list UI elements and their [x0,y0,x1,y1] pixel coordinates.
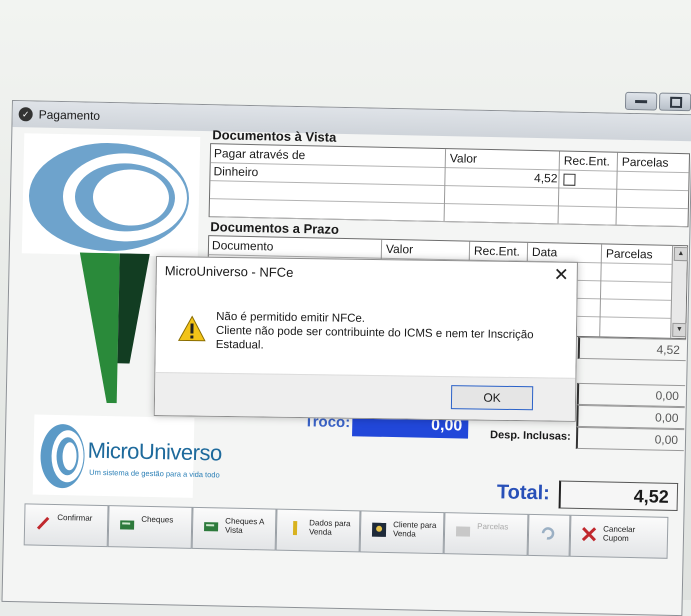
close-icon[interactable]: ✕ [554,265,569,286]
cheques-button[interactable]: Cheques [107,505,193,549]
logo-slogan: Um sistema de gestão para a vida todo [89,467,220,480]
docs-vista-grid: Pagar através de Valor Rec.Ent. Parcelas… [208,143,691,228]
row-value: 4,52 [533,170,558,186]
dialog-message: Não é permitido emitir NFCe. Cliente não… [215,310,534,352]
rec-ent-checkbox[interactable] [560,170,583,188]
col-header-recent: Rec.Ent. [563,153,611,169]
col-header-valor: Valor [449,151,478,166]
docs-prazo-title: Documentos a Prazo [210,219,340,237]
parcelas-button[interactable]: Parcelas [443,512,529,556]
cancel-cupom-button[interactable]: Cancelar Cupom [569,514,669,559]
logo-mark-icon [40,424,85,489]
warning-icon [177,315,206,342]
pen-icon [287,520,303,536]
col-header-valor: Valor [385,241,414,257]
cancel-x-icon [581,526,597,542]
brand-green-shape [79,252,150,404]
col-header-data: Data [531,244,558,260]
window-title: Pagamento [38,107,101,123]
minimize-button[interactable] [624,91,658,111]
cheques-vista-icon [203,518,219,534]
client-icon [371,522,387,538]
dialog-title: MicroUniverso - NFCe [164,263,294,280]
col-header-recent: Rec.Ent. [473,243,521,259]
cliente-venda-button[interactable]: Cliente para Venda [359,510,445,555]
undo-icon [539,525,555,541]
desconto-field: 0,00 [576,382,686,408]
col-header-parcelas: Parcelas [621,154,669,170]
pencil-icon [35,515,51,531]
acrescimo-field: 0,00 [576,404,685,430]
desp-inclusas-field: 0,00 [575,426,685,452]
dados-venda-button[interactable]: Dados para Venda [275,508,361,553]
microuniverso-logo: MicroUniverso Um sistema de gestão para … [32,414,222,498]
maximize-icon [669,96,683,109]
parcelas-icon [455,523,471,539]
dialog-footer: OK [154,372,576,421]
confirm-button[interactable]: Confirmar [23,503,109,548]
minimize-icon [635,100,648,104]
total-field: 4,52 [558,480,679,512]
total-label: Total: [496,481,551,505]
ok-button[interactable]: OK [450,385,534,411]
dialog-body: Não é permitido emitir NFCe. Cliente não… [155,285,577,379]
logo-name: MicroUniverso [87,437,223,466]
app-icon: ✓ [18,107,33,122]
prazo-scrollbar[interactable]: ▲ ▼ [670,245,689,339]
col-header-parcelas: Parcelas [605,246,653,262]
docs-vista-title: Documentos à Vista [212,127,337,145]
cheques-icon [119,516,135,532]
undo-button[interactable] [527,513,571,557]
total-bruto-field: 4,52 [577,336,687,362]
brand-logo-large [21,133,201,257]
maximize-button[interactable] [658,92,691,112]
scroll-up-icon[interactable]: ▲ [673,246,689,262]
nfce-error-dialog: MicroUniverso - NFCe ✕ Não é permitido e… [153,256,578,422]
desp-inclusas-label: Desp. Inclusas: [489,429,571,443]
cheques-vista-button[interactable]: Cheques A Vista [191,506,277,551]
